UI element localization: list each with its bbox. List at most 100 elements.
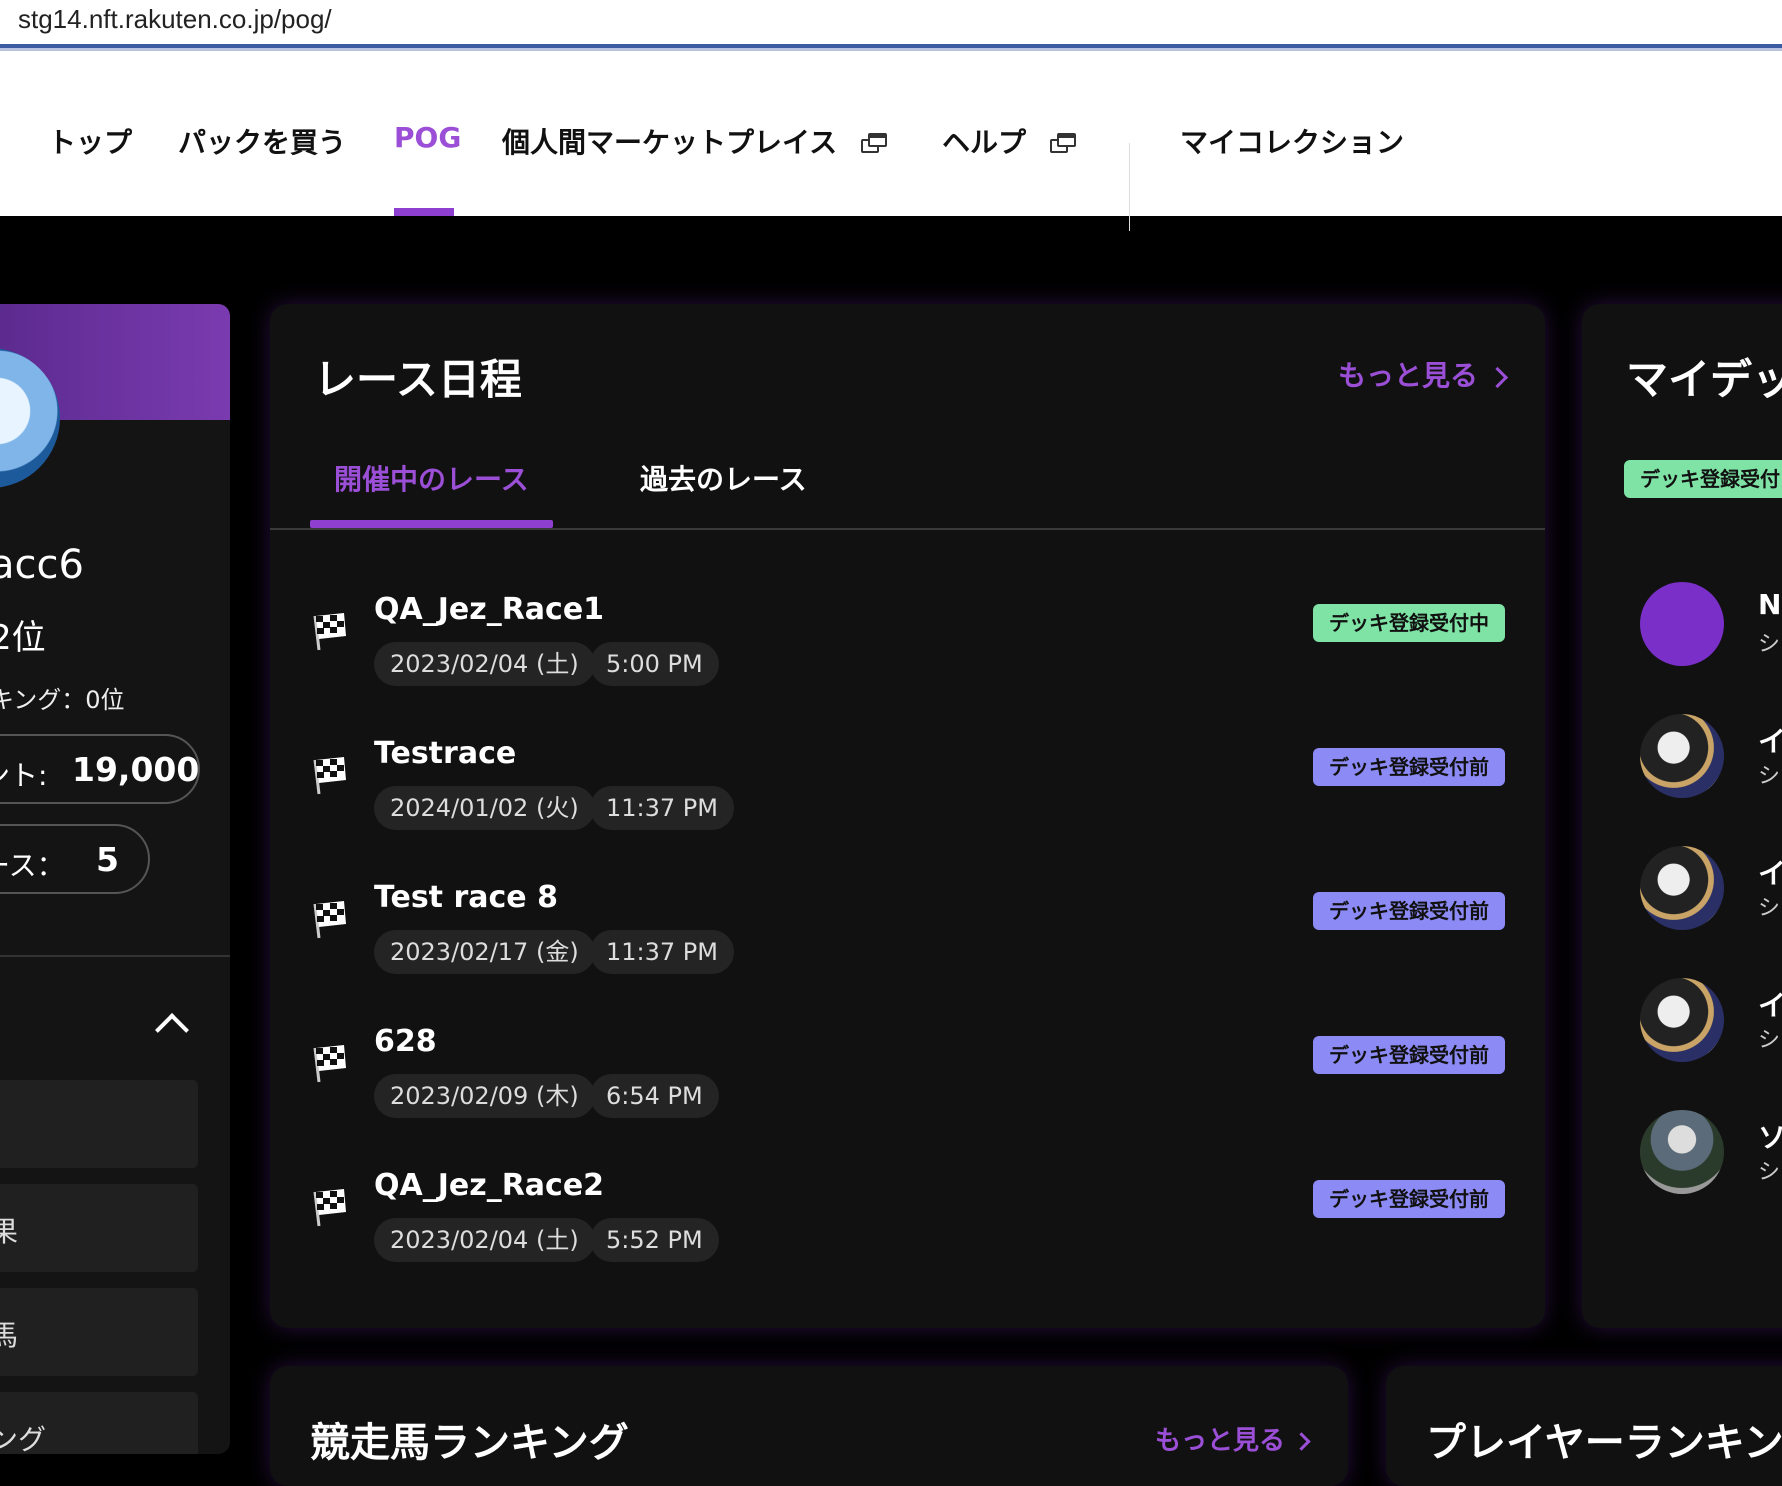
nav-top[interactable]: トップ (48, 121, 132, 161)
external-link-icon (1050, 133, 1077, 155)
nav-buy-pack[interactable]: パックを買う (178, 121, 346, 161)
horse-sub: シ (1758, 1028, 1781, 1053)
race-date: 2023/02/09 (木) (374, 1074, 595, 1118)
horse-ranking-title: 競走馬ランキング (310, 1420, 629, 1466)
race-date: 2024/01/02 (火) (374, 786, 595, 830)
deck-horse-item[interactable]: ソ シ (1640, 1110, 1782, 1200)
top-navigation: トップ パックを買う POG 個人間マーケットプレイス ヘルプ マイコレクション (0, 51, 1782, 231)
race-row[interactable]: 628 2023/02/09 (木) 6:54 PM デッキ登録受付前 (270, 1016, 1545, 1144)
status-badge: デッキ登録受付中 (1313, 604, 1505, 642)
horse-name: イ (1758, 725, 1782, 758)
side-menu-item[interactable]: 馬 (0, 1288, 198, 1376)
status-badge: デッキ登録受付前 (1313, 1180, 1505, 1218)
points-pill: ント: 19,000 (0, 734, 200, 804)
race-schedule-card: レース日程 もっと見る 開催中のレース 過去のレース QA_Jez_Race1 … (270, 304, 1545, 1328)
horse-sub: シ (1758, 764, 1781, 789)
points-value: 19,000 (72, 750, 200, 789)
horse-avatar (1640, 978, 1724, 1062)
checkered-flag-icon (313, 901, 346, 939)
race-row[interactable]: Test race 8 2023/02/17 (金) 11:37 PM デッキ登… (270, 872, 1545, 1000)
chevron-up-icon[interactable] (155, 1013, 189, 1047)
see-more-link[interactable]: もっと見る (1154, 1420, 1311, 1457)
horse-name: イ (1758, 989, 1782, 1022)
url-text[interactable]: stg14.nft.rakuten.co.jp/pog/ (18, 4, 332, 35)
horse-name: NI (1758, 588, 1782, 621)
player-ranking-card: プレイヤーランキン (1386, 1366, 1782, 1486)
race-row[interactable]: QA_Jez_Race1 2023/02/04 (土) 5:00 PM デッキ登… (270, 584, 1545, 712)
horse-ranking-card: 競走馬ランキング もっと見る (270, 1366, 1348, 1486)
tab-active-indicator (310, 520, 553, 528)
horse-sub: シ (1758, 896, 1781, 921)
see-more-label: もっと見る (1154, 1426, 1285, 1456)
chevron-right-icon (1486, 366, 1509, 388)
tab-ongoing-races[interactable]: 開催中のレース (334, 458, 529, 498)
race-row[interactable]: QA_Jez_Race2 2023/02/04 (土) 5:52 PM デッキ登… (270, 1160, 1545, 1288)
nav-my-collection[interactable]: マイコレクション (1180, 121, 1404, 161)
race-time: 11:37 PM (590, 786, 734, 830)
status-badge: デッキ登録受付前 (1313, 1036, 1505, 1074)
nav-marketplace[interactable]: 個人間マーケットプレイス (502, 121, 888, 161)
race-date: 2023/02/04 (土) (374, 642, 595, 686)
deck-horse-item[interactable]: NI シ (1640, 582, 1782, 672)
deck-horse-item[interactable]: イ シ (1640, 846, 1782, 936)
nav-marketplace-label: 個人間マーケットプレイス (502, 126, 838, 159)
divider (0, 955, 230, 957)
nav-pog[interactable]: POG (394, 121, 461, 154)
nav-help[interactable]: ヘルプ (942, 121, 1077, 161)
race-date: 2023/02/17 (金) (374, 930, 595, 974)
tab-past-races[interactable]: 過去のレース (640, 458, 807, 498)
checkered-flag-icon (313, 757, 346, 795)
user-name: acc6 (0, 542, 84, 588)
horse-avatar (1640, 846, 1724, 930)
race-schedule-title: レース日程 (314, 355, 522, 404)
side-menu-label: 果 (0, 1215, 19, 1248)
race-time: 5:00 PM (590, 642, 719, 686)
horse-name: イ (1758, 857, 1782, 890)
horse-name: ソ (1758, 1121, 1782, 1154)
race-time: 11:37 PM (590, 930, 734, 974)
points-label: ント: (0, 759, 48, 792)
checkered-flag-icon (313, 1045, 346, 1083)
deck-horse-item[interactable]: イ シ (1640, 714, 1782, 804)
race-name: 628 (374, 1024, 437, 1059)
horse-avatar (1640, 582, 1724, 666)
tab-divider (270, 528, 1545, 530)
user-rank: 2位 (0, 618, 46, 658)
side-menu-label: ング (0, 1423, 47, 1454)
horse-avatar (1640, 1110, 1724, 1194)
status-badge: デッキ登録受付 (1624, 460, 1782, 498)
player-ranking-title: プレイヤーランキン (1426, 1420, 1782, 1466)
browser-url-bar[interactable]: stg14.nft.rakuten.co.jp/pog/ (0, 0, 1782, 51)
checkered-flag-icon (313, 1189, 346, 1227)
my-deck-card: マイデッ デッキ登録受付 NI シ イ シ イ シ イ シ ソ シ (1582, 304, 1782, 1328)
race-time: 6:54 PM (590, 1074, 719, 1118)
see-more-label: もっと見る (1337, 359, 1478, 392)
race-row[interactable]: Testrace 2024/01/02 (火) 11:37 PM デッキ登録受付… (270, 728, 1545, 856)
side-menu-item[interactable]: 果 (0, 1184, 198, 1272)
race-name: QA_Jez_Race1 (374, 592, 605, 627)
checkered-flag-icon (313, 613, 346, 651)
side-menu-label: 馬 (0, 1319, 19, 1352)
races-value: 5 (96, 840, 119, 879)
race-date: 2023/02/04 (土) (374, 1218, 595, 1262)
external-link-icon (861, 133, 888, 155)
deck-horse-item[interactable]: イ シ (1640, 978, 1782, 1068)
side-menu-item[interactable]: ング (0, 1392, 198, 1454)
status-badge: デッキ登録受付前 (1313, 748, 1505, 786)
see-more-link[interactable]: もっと見る (1337, 354, 1509, 394)
horse-sub: シ (1758, 1160, 1781, 1185)
status-badge: デッキ登録受付前 (1313, 892, 1505, 930)
races-pill: ース： 5 (0, 824, 150, 894)
my-deck-title: マイデッ (1626, 355, 1782, 404)
race-name: QA_Jez_Race2 (374, 1168, 605, 1203)
races-label: ース： (0, 849, 65, 882)
horse-sub: シ (1758, 632, 1781, 657)
profile-card: acc6 2位 キング：0位 ント: 19,000 ース： 5 果 馬 ング (0, 304, 230, 1454)
nav-help-label: ヘルプ (942, 126, 1027, 159)
nav-active-indicator (394, 208, 454, 216)
ranking-line: キング：0位 (0, 686, 125, 714)
side-menu-item[interactable] (0, 1080, 198, 1168)
race-name: Testrace (374, 736, 517, 771)
chevron-right-icon (1292, 1432, 1311, 1451)
horse-avatar (1640, 714, 1724, 798)
